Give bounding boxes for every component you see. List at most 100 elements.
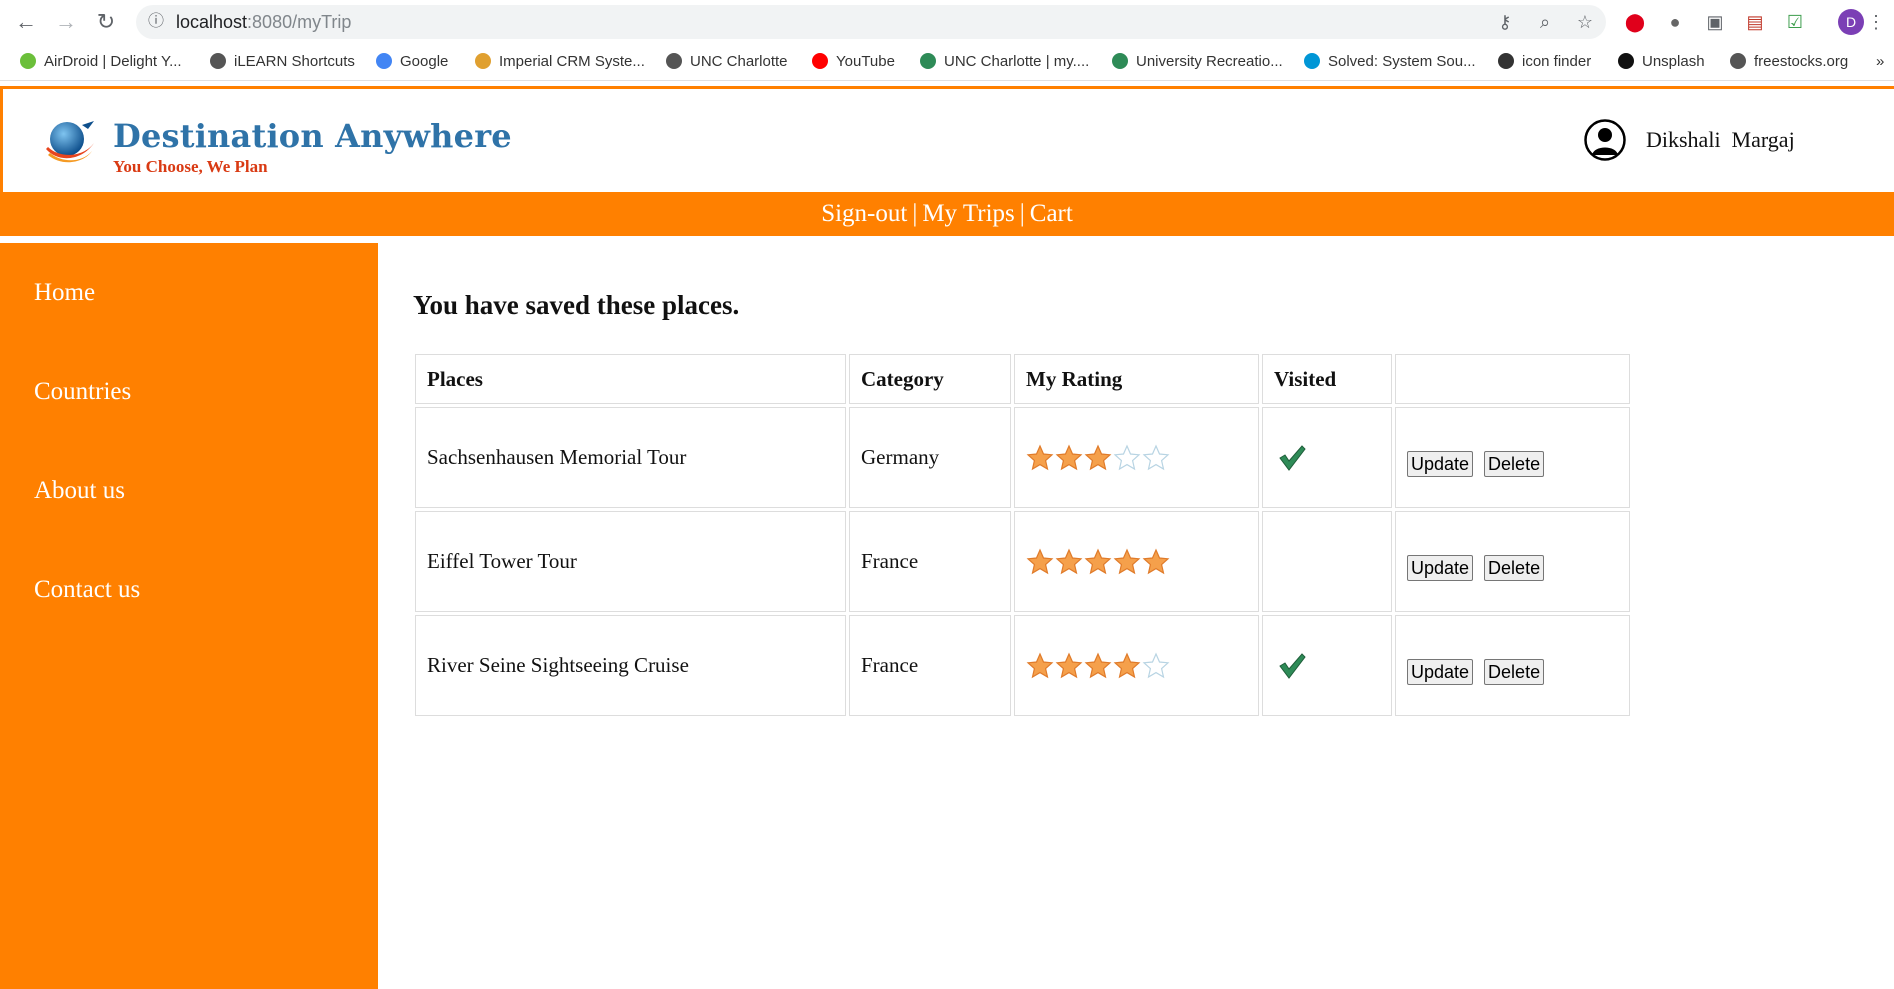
address-bar[interactable]: ⓘ localhost:8080/myTrip — [136, 5, 1606, 39]
star-filled-icon — [1084, 444, 1112, 470]
star-rating — [1026, 444, 1171, 472]
unc-icon — [920, 53, 936, 69]
column-header-places: Places — [415, 354, 846, 404]
star-filled-icon — [1055, 652, 1083, 678]
globe-icon — [1730, 53, 1746, 69]
bookmark-unc-my[interactable]: UNC Charlotte | my.... — [920, 52, 1089, 72]
visited-indicator — [1274, 651, 1307, 679]
rating-cell — [1014, 511, 1259, 612]
brand-tagline: You Choose, We Plan — [113, 157, 268, 176]
category-cell: Germany — [849, 407, 1011, 508]
visited-cell — [1262, 407, 1392, 508]
checkmark-icon — [1279, 444, 1306, 471]
checkmark-icon — [1279, 652, 1306, 679]
user-name: Dikshali Margaj — [1646, 127, 1795, 152]
bookmark-hp-solved[interactable]: Solved: System Sou... — [1304, 52, 1476, 72]
bookmark-unsplash[interactable]: Unsplash — [1618, 52, 1705, 72]
google-icon — [376, 53, 392, 69]
actions-cell: Update Delete — [1395, 511, 1630, 612]
bookmark-icon-finder[interactable]: icon finder — [1498, 52, 1591, 72]
signout-link[interactable]: Sign-out — [821, 200, 907, 227]
bookmark-imperial-crm[interactable]: Imperial CRM Syste... — [475, 52, 645, 72]
bookmark-youtube[interactable]: YouTube — [812, 52, 895, 72]
column-header-visited: Visited — [1262, 354, 1392, 404]
star-filled-icon — [1142, 548, 1170, 574]
sidebar-item-contact-us[interactable]: Contact us — [34, 576, 140, 604]
table-row: River Seine Sightseeing Cruise France Up… — [415, 615, 1630, 716]
top-nav: Sign-out | My Trips | Cart — [0, 192, 1894, 236]
update-button[interactable]: Update — [1407, 450, 1474, 477]
browser-toolbar: ← → ↻ ⓘ localhost:8080/myTrip ⚷ ⌕ ☆ ⬤ ● … — [0, 0, 1894, 44]
star-filled-icon — [1026, 652, 1054, 678]
bookmark-ilearn[interactable]: iLEARN Shortcuts — [210, 52, 355, 72]
sidebar-item-about-us[interactable]: About us — [34, 477, 125, 505]
column-header-my-rating: My Rating — [1014, 354, 1259, 404]
bookmark-freestocks[interactable]: freestocks.org — [1730, 52, 1848, 72]
column-header-category: Category — [849, 354, 1011, 404]
delete-button[interactable]: Delete — [1484, 658, 1545, 685]
bookmark-university-recreation[interactable]: University Recreatio... — [1112, 52, 1283, 72]
globe-logo-icon[interactable] — [42, 117, 96, 171]
info-icon[interactable]: ⓘ — [148, 5, 164, 39]
globe-icon — [666, 53, 682, 69]
star-filled-icon — [1084, 548, 1112, 574]
place-cell: Eiffel Tower Tour — [415, 511, 846, 612]
forward-arrow-icon[interactable]: → — [54, 10, 78, 34]
update-button[interactable]: Update — [1407, 658, 1474, 685]
sidebar-item-countries[interactable]: Countries — [34, 378, 131, 406]
column-header-actions — [1395, 354, 1630, 404]
category-cell: France — [849, 511, 1011, 612]
cart-link[interactable]: Cart — [1030, 200, 1073, 227]
user-avatar-icon[interactable] — [1584, 119, 1626, 161]
sidebar-item-home[interactable]: Home — [34, 279, 95, 307]
nav-separator: | — [1019, 200, 1025, 227]
zoom-icon[interactable]: ⌕ — [1532, 9, 1558, 35]
category-cell: France — [849, 615, 1011, 716]
place-cell: Sachsenhausen Memorial Tour — [415, 407, 846, 508]
profile-avatar[interactable]: D — [1838, 9, 1864, 35]
table-row: Sachsenhausen Memorial Tour Germany Upda… — [415, 407, 1630, 508]
youtube-icon — [812, 53, 828, 69]
bookmark-google[interactable]: Google — [376, 52, 448, 72]
bookmarks-overflow-chevron-icon[interactable]: » — [1876, 52, 1884, 72]
star-filled-icon — [1113, 652, 1141, 678]
update-button[interactable]: Update — [1407, 554, 1474, 581]
star-filled-icon — [1084, 652, 1112, 678]
back-arrow-icon[interactable]: ← — [14, 10, 38, 34]
key-icon[interactable]: ⚷ — [1492, 9, 1518, 35]
delete-button[interactable]: Delete — [1484, 554, 1545, 581]
url-text: localhost:8080/myTrip — [176, 12, 352, 32]
actions-cell: Update Delete — [1395, 407, 1630, 508]
star-empty-icon — [1142, 444, 1170, 470]
my-trips-link[interactable]: My Trips — [922, 200, 1014, 227]
pdf-icon[interactable]: ▤ — [1742, 9, 1768, 35]
star-rating — [1026, 548, 1171, 576]
extension-opera-icon[interactable]: ⬤ — [1622, 9, 1648, 35]
rating-cell — [1014, 615, 1259, 716]
camera-icon — [1618, 53, 1634, 69]
camera-icon[interactable]: ▣ — [1702, 9, 1728, 35]
reload-icon[interactable]: ↻ — [94, 10, 118, 34]
star-filled-icon — [1055, 444, 1083, 470]
star-filled-icon — [1026, 444, 1054, 470]
brand-title[interactable]: Destination Anywhere — [113, 117, 512, 155]
table-header-row: Places Category My Rating Visited — [415, 354, 1630, 404]
bookmark-star-icon[interactable]: ☆ — [1572, 9, 1598, 35]
unc-icon — [1112, 53, 1128, 69]
bookmark-unc-charlotte[interactable]: UNC Charlotte — [666, 52, 788, 72]
table-row: Eiffel Tower Tour France Update Delete — [415, 511, 1630, 612]
header-edge — [0, 89, 3, 195]
extension-circle-icon[interactable]: ● — [1662, 9, 1688, 35]
site-header: Destination Anywhere You Choose, We Plan… — [0, 86, 1894, 195]
megaphone-icon — [475, 53, 491, 69]
star-empty-icon — [1142, 652, 1170, 678]
rating-cell — [1014, 407, 1259, 508]
actions-cell: Update Delete — [1395, 615, 1630, 716]
bookmark-airdroid[interactable]: AirDroid | Delight Y... — [20, 52, 182, 72]
delete-button[interactable]: Delete — [1484, 450, 1545, 477]
extension-check-icon[interactable]: ☑ — [1782, 9, 1808, 35]
page-heading: You have saved these places. — [413, 290, 740, 320]
menu-dots-icon[interactable]: ⋮ — [1866, 9, 1886, 35]
sidebar: Home Countries About us Contact us — [0, 243, 378, 989]
saved-trips-table: Places Category My Rating Visited Sachse… — [412, 351, 1633, 719]
